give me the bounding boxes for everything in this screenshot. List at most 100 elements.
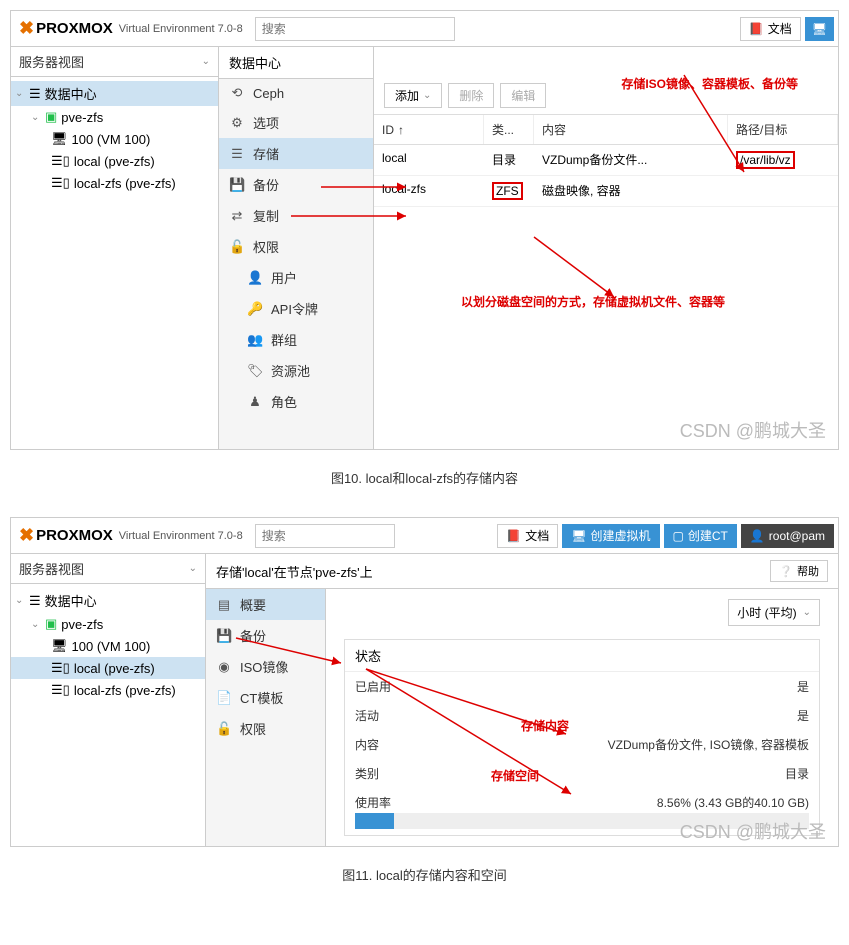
nav-summary[interactable]: ▤概要	[206, 589, 325, 620]
tree-vm[interactable]: 🖥 100 (VM 100)	[11, 635, 205, 657]
nav-ct-templates[interactable]: 📄CT模板	[206, 682, 325, 713]
ceph-icon: ⟲	[229, 85, 245, 101]
nav-groups[interactable]: 👥群组	[219, 324, 373, 355]
unlock-icon: 🔓	[229, 239, 245, 255]
docs-button[interactable]: 📕文档	[497, 524, 558, 548]
cell-content: VZDump备份文件...	[534, 151, 728, 169]
main-body: 服务器视图 ⌄ ⌄ ☰ 数据中心 ⌄ ▣ pve-zfs 🖥 100 (VM 1…	[11, 554, 838, 847]
docs-label: 文档	[768, 20, 792, 37]
file-icon: 📄	[216, 690, 232, 706]
brand-text: PROXMOX	[36, 20, 113, 37]
tree-node[interactable]: ⌄ ▣ pve-zfs	[11, 106, 218, 128]
tag-icon: 🏷	[247, 363, 263, 379]
col-content[interactable]: 内容	[534, 115, 728, 144]
col-path[interactable]: 路径/目标	[728, 115, 838, 144]
view-selector[interactable]: 服务器视图 ⌄	[11, 47, 218, 77]
caret-icon: ⌄	[15, 88, 25, 99]
cell-path: /var/lib/vz	[728, 151, 838, 169]
time-range-select[interactable]: 小时 (平均) ⌄	[728, 599, 820, 626]
display-button[interactable]: 🖥	[805, 17, 834, 41]
tree-datacenter[interactable]: ⌄ ☰ 数据中心	[11, 588, 205, 613]
view-selector-label: 服务器视图	[19, 52, 84, 71]
user-menu-button[interactable]: 👤root@pam	[741, 524, 834, 548]
cell-id: local-zfs	[374, 182, 484, 200]
nav-permissions[interactable]: 🔓权限	[219, 231, 373, 262]
tree-storage-localzfs[interactable]: ☰▯ local-zfs (pve-zfs)	[11, 172, 218, 194]
disc-icon: ◉	[216, 659, 232, 675]
book-icon: 📕	[506, 529, 521, 543]
tree-node[interactable]: ⌄ ▣ pve-zfs	[11, 613, 205, 635]
search-input[interactable]	[255, 17, 455, 41]
vm-icon: 🖥	[51, 131, 68, 147]
content-panel: 添加⌄ 删除 编辑 ID↑ 类... 内容 路径/目标 local 目录 VZD…	[374, 47, 838, 450]
unlock-icon: 🔓	[216, 721, 232, 737]
config-nav-list: ⟲Ceph ⚙选项 ☰存储 💾备份 ⇄复制 🔓权限 👤用户 🔑API令牌 👥群组…	[219, 79, 373, 450]
remove-button[interactable]: 删除	[448, 83, 494, 108]
nav-ceph[interactable]: ⟲Ceph	[219, 79, 373, 107]
nav-pools[interactable]: 🏷资源池	[219, 355, 373, 386]
storage-icon: ☰▯	[51, 660, 70, 676]
usage-fill	[355, 813, 394, 829]
version-text: Virtual Environment 7.0-8	[119, 23, 243, 35]
database-icon: ☰	[229, 146, 245, 162]
add-button[interactable]: 添加⌄	[384, 83, 442, 108]
kv-content: 内容VZDump备份文件, ISO镜像, 容器模板	[345, 730, 819, 759]
cell-id: local	[374, 151, 484, 169]
cell-path	[728, 182, 838, 200]
sync-icon: ⇄	[229, 208, 245, 224]
tree-storage-local[interactable]: ☰▯ local (pve-zfs)	[11, 657, 205, 679]
storage-toolbar: 添加⌄ 删除 编辑	[374, 77, 838, 115]
nav-options[interactable]: ⚙选项	[219, 107, 373, 138]
storage-nav-panel: ▤概要 💾备份 ◉ISO镜像 📄CT模板 🔓权限	[206, 589, 326, 847]
resource-tree: ⌄ ☰ 数据中心 ⌄ ▣ pve-zfs 🖥 100 (VM 100) ☰▯ l…	[11, 584, 205, 705]
save-icon: 💾	[216, 628, 232, 644]
nav-permissions[interactable]: 🔓权限	[206, 713, 325, 744]
tree-storage-localzfs[interactable]: ☰▯ local-zfs (pve-zfs)	[11, 679, 205, 701]
sort-asc-icon: ↑	[398, 123, 404, 137]
cell-type: 目录	[484, 151, 534, 169]
watermark: CSDN @鹏城大圣	[680, 417, 826, 443]
edit-button[interactable]: 编辑	[500, 83, 546, 108]
storage2-label: local-zfs (pve-zfs)	[74, 176, 176, 191]
cell-content: 磁盘映像, 容器	[534, 182, 728, 200]
node-icon: ▣	[45, 616, 57, 632]
vm-label: 100 (VM 100)	[72, 132, 151, 147]
storage-icon: ☰▯	[51, 175, 70, 191]
create-ct-button[interactable]: ▢创建CT	[664, 524, 737, 548]
tree-vm[interactable]: 🖥 100 (VM 100)	[11, 128, 218, 150]
breadcrumb: 存储'local'在节点'pve-zfs'上 ❔帮助	[206, 554, 838, 589]
zfs-highlight: ZFS	[492, 182, 523, 200]
nav-storage[interactable]: ☰存储	[219, 138, 373, 169]
search-input[interactable]	[255, 524, 395, 548]
storage-row-local[interactable]: local 目录 VZDump备份文件... /var/lib/vz	[374, 145, 838, 176]
nav-replication[interactable]: ⇄复制	[219, 200, 373, 231]
help-button[interactable]: ❔帮助	[770, 560, 828, 582]
chevron-down-icon: ⌄	[189, 563, 197, 574]
create-vm-button[interactable]: 🖥创建虚拟机	[562, 524, 659, 548]
tree-storage-local[interactable]: ☰▯ local (pve-zfs)	[11, 150, 218, 172]
panel-title: 数据中心	[219, 47, 373, 79]
nav-roles[interactable]: ♟角色	[219, 386, 373, 417]
nav-backup[interactable]: 💾备份	[206, 620, 325, 651]
nav-api-tokens[interactable]: 🔑API令牌	[219, 293, 373, 324]
node-icon: ▣	[45, 109, 57, 125]
figure11-caption: 图11. local的存储内容和空间	[10, 865, 839, 884]
docs-button[interactable]: 📕文档	[740, 17, 801, 41]
nav-users[interactable]: 👤用户	[219, 262, 373, 293]
view-selector-label: 服务器视图	[19, 559, 84, 578]
vm-icon: 🖥	[51, 638, 68, 654]
time-range-label: 小时 (平均)	[737, 604, 796, 621]
caret-icon: ⌄	[31, 112, 41, 123]
storage-row-localzfs[interactable]: local-zfs ZFS 磁盘映像, 容器	[374, 176, 838, 207]
config-nav-panel: 数据中心 ⟲Ceph ⚙选项 ☰存储 💾备份 ⇄复制 🔓权限 👤用户 🔑API令…	[219, 47, 374, 450]
nav-backup[interactable]: 💾备份	[219, 169, 373, 200]
nav-iso[interactable]: ◉ISO镜像	[206, 651, 325, 682]
col-type[interactable]: 类...	[484, 115, 534, 144]
role-icon: ♟	[247, 394, 263, 410]
tree-datacenter[interactable]: ⌄ ☰ 数据中心	[11, 81, 218, 106]
search-box	[255, 17, 455, 41]
view-selector[interactable]: 服务器视图 ⌄	[11, 554, 205, 584]
left-tree-panel: 服务器视图 ⌄ ⌄ ☰ 数据中心 ⌄ ▣ pve-zfs 🖥 100 (VM 1…	[11, 47, 219, 450]
node-label: pve-zfs	[61, 110, 103, 125]
col-id[interactable]: ID↑	[374, 115, 484, 144]
